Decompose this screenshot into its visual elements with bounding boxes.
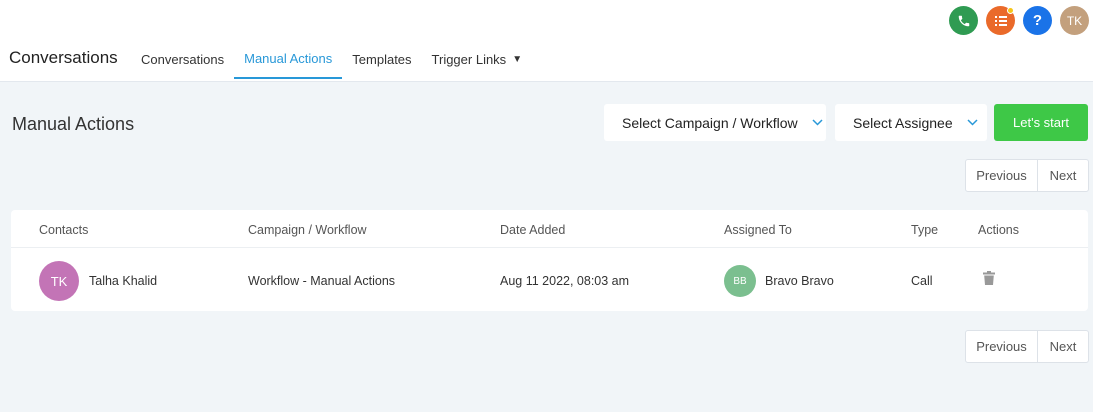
notification-dot bbox=[1007, 7, 1014, 14]
trash-icon[interactable] bbox=[983, 271, 995, 290]
column-header: Assigned To bbox=[724, 223, 792, 237]
tab-label: Templates bbox=[352, 52, 412, 67]
campaign-workflow-select[interactable]: Select Campaign / Workflow bbox=[604, 104, 826, 141]
user-avatar[interactable]: TK bbox=[1060, 6, 1089, 35]
tab-trigger-links[interactable]: Trigger Links ▼ bbox=[422, 40, 533, 79]
tab-templates[interactable]: Templates bbox=[342, 40, 421, 79]
page-title: Manual Actions bbox=[12, 114, 135, 134]
date-added: Aug 11 2022, 08:03 am bbox=[500, 274, 630, 288]
campaign-name: Workflow - Manual Actions bbox=[248, 274, 396, 288]
assignee-select[interactable]: Select Assignee bbox=[835, 104, 987, 141]
action-type: Call bbox=[911, 274, 933, 288]
previous-button[interactable]: Previous bbox=[966, 331, 1038, 362]
pagination-top: Previous Next bbox=[965, 159, 1089, 192]
pagination-bottom: Previous Next bbox=[965, 330, 1089, 363]
campaign-select-label: Select Campaign / Workflow bbox=[622, 114, 798, 131]
tab-label: Manual Actions bbox=[244, 51, 333, 66]
phone-icon bbox=[957, 14, 971, 28]
column-header: Campaign / Workflow bbox=[248, 223, 367, 237]
previous-button[interactable]: Previous bbox=[966, 160, 1038, 191]
contact-name[interactable]: Talha Khalid bbox=[89, 274, 157, 288]
top-header: ? TK Conversations Conversations Manual … bbox=[0, 0, 1093, 82]
tab-conversations[interactable]: Conversations bbox=[131, 40, 234, 79]
next-button[interactable]: Next bbox=[1038, 331, 1088, 362]
tab-label: Trigger Links bbox=[431, 52, 507, 67]
column-header: Type bbox=[911, 223, 939, 237]
assignee-avatar: BB bbox=[724, 265, 756, 297]
lets-start-button[interactable]: Let's start bbox=[994, 104, 1088, 141]
header-actions: ? TK bbox=[949, 6, 1089, 35]
column-header: Date Added bbox=[500, 223, 566, 237]
column-header: Contacts bbox=[39, 223, 89, 237]
tasks-icon bbox=[994, 14, 1008, 28]
chevron-down-icon bbox=[967, 117, 978, 129]
chevron-down-icon bbox=[812, 117, 823, 129]
column-header: Actions bbox=[978, 223, 1019, 237]
help-icon: ? bbox=[1032, 12, 1043, 29]
next-button[interactable]: Next bbox=[1038, 160, 1088, 191]
table-header: Contacts Campaign / Workflow Date Added … bbox=[11, 210, 1088, 248]
contact-avatar: TK bbox=[39, 261, 79, 301]
phone-button[interactable] bbox=[949, 6, 978, 35]
assignee-select-label: Select Assignee bbox=[853, 114, 953, 131]
app-title: Conversations bbox=[9, 48, 118, 67]
tasks-button[interactable] bbox=[986, 6, 1015, 35]
tab-manual-actions[interactable]: Manual Actions bbox=[234, 40, 343, 79]
tab-label: Conversations bbox=[141, 52, 225, 67]
help-button[interactable]: ? bbox=[1023, 6, 1052, 35]
manual-actions-table: Contacts Campaign / Workflow Date Added … bbox=[11, 210, 1088, 311]
chevron-down-icon: ▼ bbox=[512, 54, 523, 65]
nav-tabs: Conversations Manual Actions Templates T… bbox=[131, 40, 532, 79]
assignee-name: Bravo Bravo bbox=[765, 274, 834, 288]
